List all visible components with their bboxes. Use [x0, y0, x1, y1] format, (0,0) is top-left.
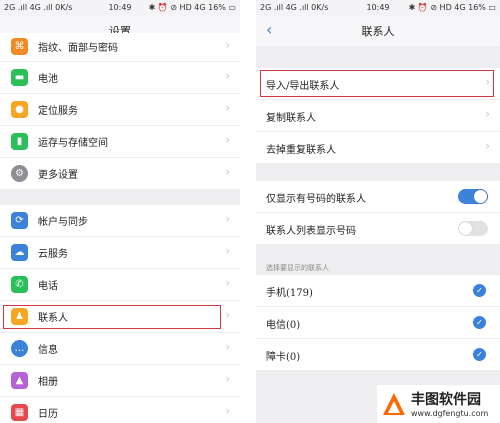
settings-item-label: 帐户与同步: [38, 217, 88, 228]
chevron-right-icon: ›: [225, 372, 230, 386]
account-label: 障卡(0): [266, 352, 301, 363]
system-status-icons: ✱ ⏰ ⊘ HD 4G 16% ▭: [408, 3, 496, 12]
account-card-row[interactable]: 障卡(0) ✓: [256, 339, 500, 371]
toggle-label: 联系人列表显示号码: [266, 226, 356, 237]
account-phone-row[interactable]: 手机(179) ✓: [256, 275, 500, 307]
settings-item-storage[interactable]: ▮ 运存与存储空间 ›: [0, 126, 240, 158]
page-title: 联系人: [361, 25, 395, 38]
settings-screen: 2G .ıll 4G .ıll 0K/s 10:49 ✱ ⏰ ⊘ HD 4G 1…: [0, 0, 240, 423]
settings-item-label: 云服务: [38, 249, 68, 260]
settings-item-more[interactable]: ⚙ 更多设置 ›: [0, 158, 240, 190]
chevron-right-icon: ›: [225, 244, 230, 258]
chevron-right-icon: ›: [225, 133, 230, 147]
section-divider: [0, 190, 240, 205]
checkmark-icon[interactable]: ✓: [473, 284, 486, 297]
settings-item-security[interactable]: ⌘ 指纹、面部与密码 ›: [0, 33, 240, 62]
system-status-icons: ✱ ⏰ ⊘ HD 4G 16% ▭: [148, 3, 236, 12]
message-icon: …: [11, 340, 28, 357]
album-icon: ▲: [11, 372, 28, 389]
section-divider: 选择要显示的联系人: [256, 245, 500, 275]
show-numbers-in-list-toggle[interactable]: [458, 221, 488, 236]
show-only-with-number-row: 仅显示有号码的联系人: [256, 181, 500, 213]
remove-duplicate-contacts[interactable]: 去掉重复联系人 ›: [256, 132, 500, 164]
settings-item-label: 指纹、面部与密码: [38, 43, 118, 54]
account-telecom-row[interactable]: 电信(0) ✓: [256, 307, 500, 339]
checkmark-icon[interactable]: ✓: [473, 316, 486, 329]
settings-item-cloud[interactable]: ☁ 云服务 ›: [0, 237, 240, 269]
status-bar: 2G .ıll 4G .ıll 0K/s 10:49 ✱ ⏰ ⊘ HD 4G 1…: [256, 0, 500, 16]
settings-item-label: 运存与存储空间: [38, 138, 108, 149]
settings-item-label: 相册: [38, 377, 58, 388]
chevron-right-icon: ›: [485, 107, 490, 121]
settings-item-label: 电池: [38, 74, 58, 85]
section-divider: [256, 46, 500, 68]
settings-item-phone[interactable]: ✆ 电话 ›: [0, 269, 240, 301]
watermark-name: 丰图软件园: [411, 392, 481, 408]
watermark-url: www.dgfengtu.com: [411, 409, 489, 418]
settings-item-label: 电话: [38, 281, 58, 292]
settings-item-label: 信息: [38, 345, 58, 356]
chevron-right-icon: ›: [225, 404, 230, 418]
toggle-label: 仅显示有号码的联系人: [266, 194, 366, 205]
section-heading: 选择要显示的联系人: [266, 264, 329, 272]
settings-item-calendar[interactable]: ▦ 日历 ›: [0, 397, 240, 423]
settings-item-messages[interactable]: … 信息 ›: [0, 333, 240, 365]
gear-icon: ⚙: [11, 165, 28, 182]
menu-item-label: 复制联系人: [266, 113, 316, 124]
storage-icon: ▮: [11, 133, 28, 150]
highlight-box: [260, 70, 494, 97]
cloud-icon: ☁: [11, 244, 28, 261]
copy-contacts[interactable]: 复制联系人 ›: [256, 100, 500, 132]
menu-item-label: 去掉重复联系人: [266, 145, 336, 156]
phone-icon: ✆: [11, 276, 28, 293]
logo-icon: [383, 393, 405, 415]
chevron-right-icon: ›: [225, 165, 230, 179]
chevron-right-icon: ›: [225, 276, 230, 290]
settings-item-account[interactable]: ⟳ 帐户与同步 ›: [0, 205, 240, 237]
settings-item-label: 日历: [38, 409, 58, 420]
settings-item-battery[interactable]: ▬ 电池 ›: [0, 62, 240, 94]
chevron-right-icon: ›: [225, 69, 230, 83]
account-label: 电信(0): [266, 320, 301, 331]
show-only-with-number-toggle[interactable]: [458, 189, 488, 204]
calendar-icon: ▦: [11, 404, 28, 421]
account-icon: ⟳: [11, 212, 28, 229]
battery-icon: ▬: [11, 69, 28, 86]
fingerprint-icon: ⌘: [11, 38, 28, 55]
chevron-right-icon: ›: [225, 101, 230, 115]
account-label: 手机(179): [266, 288, 313, 299]
chevron-right-icon: ›: [225, 212, 230, 226]
settings-item-location[interactable]: ● 定位服务 ›: [0, 94, 240, 126]
settings-item-label: 定位服务: [38, 106, 78, 117]
settings-item-album[interactable]: ▲ 相册 ›: [0, 365, 240, 397]
chevron-right-icon: ›: [225, 308, 230, 322]
watermark: 丰图软件园 www.dgfengtu.com: [377, 385, 500, 423]
highlight-box: [3, 305, 221, 329]
chevron-right-icon: ›: [485, 139, 490, 153]
checkmark-icon[interactable]: ✓: [473, 348, 486, 361]
status-bar: 2G .ıll 4G .ıll 0K/s 10:49 ✱ ⏰ ⊘ HD 4G 1…: [0, 0, 240, 16]
show-numbers-in-list-row: 联系人列表显示号码: [256, 213, 500, 245]
settings-item-label: 更多设置: [38, 170, 78, 181]
contacts-header: ‹ 联系人: [256, 16, 500, 46]
chevron-right-icon: ›: [225, 38, 230, 52]
section-divider: [256, 164, 500, 181]
contacts-screen: 2G .ıll 4G .ıll 0K/s 10:49 ✱ ⏰ ⊘ HD 4G 1…: [256, 0, 500, 423]
chevron-right-icon: ›: [225, 340, 230, 354]
location-icon: ●: [11, 101, 28, 118]
